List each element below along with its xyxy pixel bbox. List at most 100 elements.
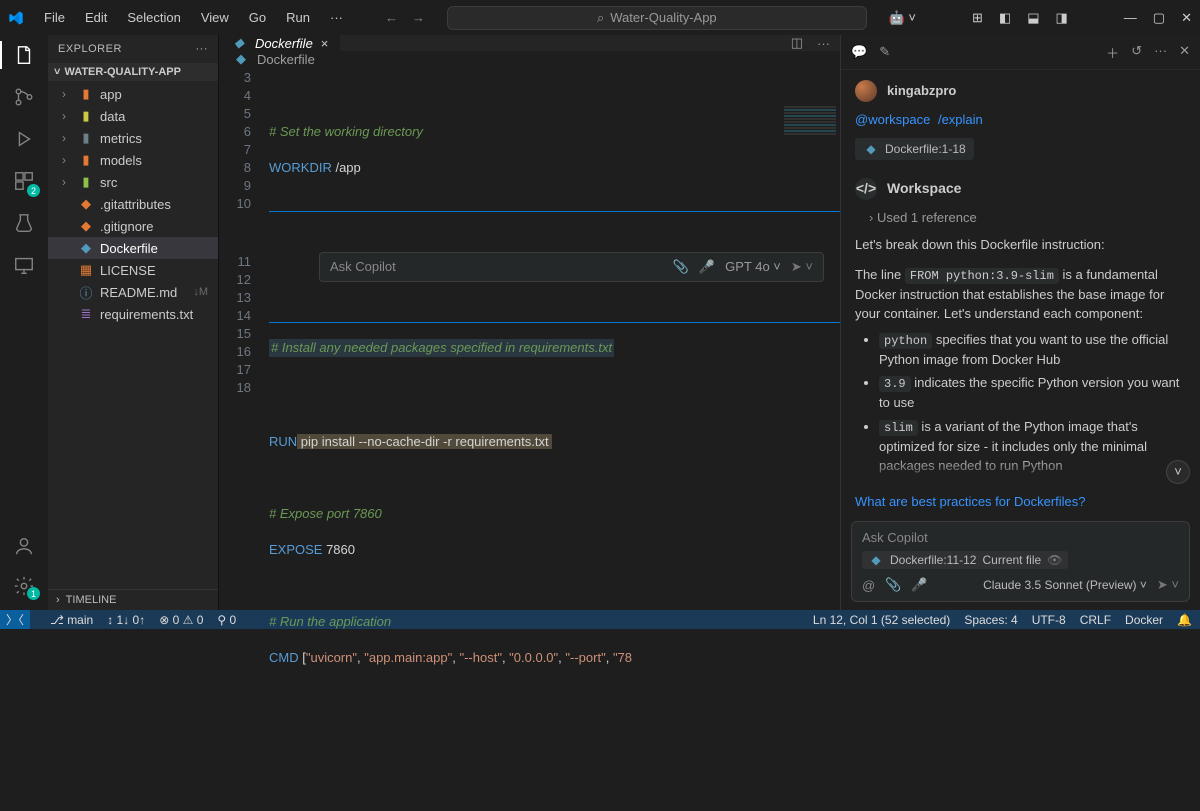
slash-explain[interactable]: /explain: [938, 112, 983, 127]
chat-model-selector[interactable]: Claude 3.5 Sonnet (Preview) ˅: [983, 578, 1147, 592]
code-editor[interactable]: 345678910 1112131415161718 # Set the wor…: [219, 67, 840, 811]
title-bar: File Edit Selection View Go Run ··· ← → …: [0, 0, 1200, 35]
vscode-icon: [8, 10, 24, 26]
eol-status[interactable]: CRLF: [1080, 613, 1111, 627]
search-text: Water-Quality-App: [610, 10, 716, 25]
search-icon: ⌕: [597, 10, 604, 26]
new-chat-icon[interactable]: ＋: [1106, 43, 1119, 62]
clip-icon[interactable]: 📎: [885, 577, 901, 593]
activity-bar: 2 1: [0, 35, 48, 610]
file-requirements[interactable]: ≣requirements.txt: [48, 303, 218, 325]
settings-icon[interactable]: 1: [12, 574, 36, 598]
command-center[interactable]: ⌕ Water-Quality-App: [447, 6, 867, 30]
problems-status[interactable]: ⊗ 0 ⚠ 0: [159, 613, 203, 627]
inline-chat: Ask Copilot 📎 🎤 GPT 4o ˅ ➤ ˅: [269, 211, 840, 323]
chat-input-placeholder: Ask Copilot: [862, 530, 1179, 545]
menu-selection[interactable]: Selection: [119, 6, 188, 29]
menu-go[interactable]: Go: [241, 6, 274, 29]
close-window-icon[interactable]: ✕: [1181, 10, 1192, 26]
chevron-down-icon: ˅: [54, 66, 60, 78]
eye-icon: 👁: [1047, 553, 1062, 567]
docker-icon: ◆: [233, 51, 249, 67]
explorer-title: EXPLORER: [58, 43, 122, 55]
timeline-section[interactable]: ›TIMELINE: [48, 589, 218, 610]
reference-chip[interactable]: ◆Dockerfile:1-18: [855, 138, 974, 160]
panel-right-icon[interactable]: ◨: [1056, 10, 1068, 26]
breadcrumb[interactable]: ◆ Dockerfile: [219, 51, 840, 67]
git-branch[interactable]: ⎇ main: [50, 613, 93, 627]
tab-close-icon[interactable]: ×: [321, 36, 329, 51]
source-control-icon[interactable]: [12, 85, 36, 109]
nav-back-icon[interactable]: ←: [385, 10, 398, 25]
testing-icon[interactable]: [12, 211, 36, 235]
scroll-down-icon[interactable]: ˅: [1166, 460, 1190, 484]
editor-area: ◆ Dockerfile × ◫ ··· ◆ Dockerfile 345678…: [218, 35, 840, 610]
copilot-icon[interactable]: 🤖 ˅: [889, 10, 916, 26]
panel-left-icon[interactable]: ◧: [999, 10, 1011, 26]
run-debug-icon[interactable]: [12, 127, 36, 151]
tab-dockerfile[interactable]: ◆ Dockerfile ×: [219, 35, 341, 51]
mic-icon[interactable]: 🎤: [699, 258, 715, 276]
used-references[interactable]: Used 1 reference: [869, 208, 1186, 228]
chat-username: kingabzpro: [887, 81, 956, 101]
chat-input[interactable]: Ask Copilot ◆Dockerfile:11-12 Current fi…: [851, 521, 1190, 602]
mention-workspace[interactable]: @workspace: [855, 112, 930, 127]
mic-icon[interactable]: 🎤: [911, 577, 927, 593]
history-icon[interactable]: ↺: [1131, 43, 1142, 62]
layout-icon-1[interactable]: ⊞: [972, 10, 983, 26]
menu-more[interactable]: ···: [322, 6, 351, 29]
chat-send-icon[interactable]: ➤ ˅: [1157, 577, 1179, 593]
workspace-icon: </>: [855, 178, 877, 200]
folder-app[interactable]: ›▮app: [48, 83, 218, 105]
maximize-icon[interactable]: ▢: [1153, 10, 1165, 26]
inline-chat-input[interactable]: Ask Copilot: [330, 258, 396, 276]
indentation-status[interactable]: Spaces: 4: [964, 613, 1017, 627]
language-mode[interactable]: Docker: [1125, 613, 1163, 627]
folder-data[interactable]: ›▮data: [48, 105, 218, 127]
notifications-icon[interactable]: 🔔: [1177, 613, 1192, 627]
context-chip[interactable]: ◆Dockerfile:11-12 Current file 👁: [862, 551, 1068, 569]
file-gitignore[interactable]: ◆.gitignore: [48, 215, 218, 237]
followup-suggestion[interactable]: What are best practices for Dockerfiles?: [841, 484, 1200, 515]
project-header[interactable]: ˅ WATER-QUALITY-APP: [48, 63, 218, 81]
git-sync[interactable]: ↕ 1↓ 0↑: [107, 613, 145, 627]
folder-src[interactable]: ›▮src: [48, 171, 218, 193]
minimize-icon[interactable]: —: [1124, 10, 1137, 25]
explorer-more-icon[interactable]: ···: [196, 43, 209, 55]
encoding-status[interactable]: UTF-8: [1032, 613, 1066, 627]
chat-close-icon[interactable]: ✕: [1179, 43, 1190, 62]
split-editor-icon[interactable]: ◫: [791, 35, 803, 51]
chat-edit-icon[interactable]: ✎: [879, 44, 890, 60]
code-content[interactable]: # Set the working directory WORKDIR /app…: [269, 67, 840, 811]
folder-metrics[interactable]: ›▮metrics: [48, 127, 218, 149]
remote-explorer-icon[interactable]: [12, 253, 36, 277]
panel-bottom-icon[interactable]: ⬓: [1027, 10, 1039, 26]
docker-icon: ◆: [231, 35, 247, 51]
file-dockerfile[interactable]: ◆Dockerfile: [48, 237, 218, 259]
nav-forward-icon[interactable]: →: [412, 10, 425, 25]
chat-list: python specifies that you want to use th…: [879, 330, 1186, 476]
menu-edit[interactable]: Edit: [77, 6, 115, 29]
file-license[interactable]: ▦LICENSE: [48, 259, 218, 281]
account-icon[interactable]: [12, 534, 36, 558]
chat-more-icon[interactable]: ···: [1154, 43, 1167, 62]
menu-view[interactable]: View: [193, 6, 237, 29]
workspace-label: Workspace: [887, 178, 961, 199]
copilot-chat-panel: 💬 ✎ ＋ ↺ ··· ✕ kingabzpro @workspace /exp…: [840, 35, 1200, 610]
attach-icon[interactable]: 📎: [673, 258, 689, 276]
at-icon[interactable]: @: [862, 578, 875, 593]
chat-icon[interactable]: 💬: [851, 44, 867, 60]
explorer-icon[interactable]: [12, 43, 36, 67]
model-selector[interactable]: GPT 4o ˅: [725, 258, 781, 276]
send-icon[interactable]: ➤ ˅: [791, 258, 813, 276]
folder-models[interactable]: ›▮models: [48, 149, 218, 171]
menu-run[interactable]: Run: [278, 6, 318, 29]
remote-indicator[interactable]: 〉〈: [0, 610, 30, 629]
minimap[interactable]: [780, 69, 840, 129]
file-readme[interactable]: ⓘREADME.md↓M: [48, 281, 218, 303]
extensions-icon[interactable]: 2: [12, 169, 36, 193]
file-gitattributes[interactable]: ◆.gitattributes: [48, 193, 218, 215]
editor-more-icon[interactable]: ···: [817, 36, 830, 51]
chat-paragraph: Let's break down this Dockerfile instruc…: [855, 235, 1186, 255]
menu-file[interactable]: File: [36, 6, 73, 29]
